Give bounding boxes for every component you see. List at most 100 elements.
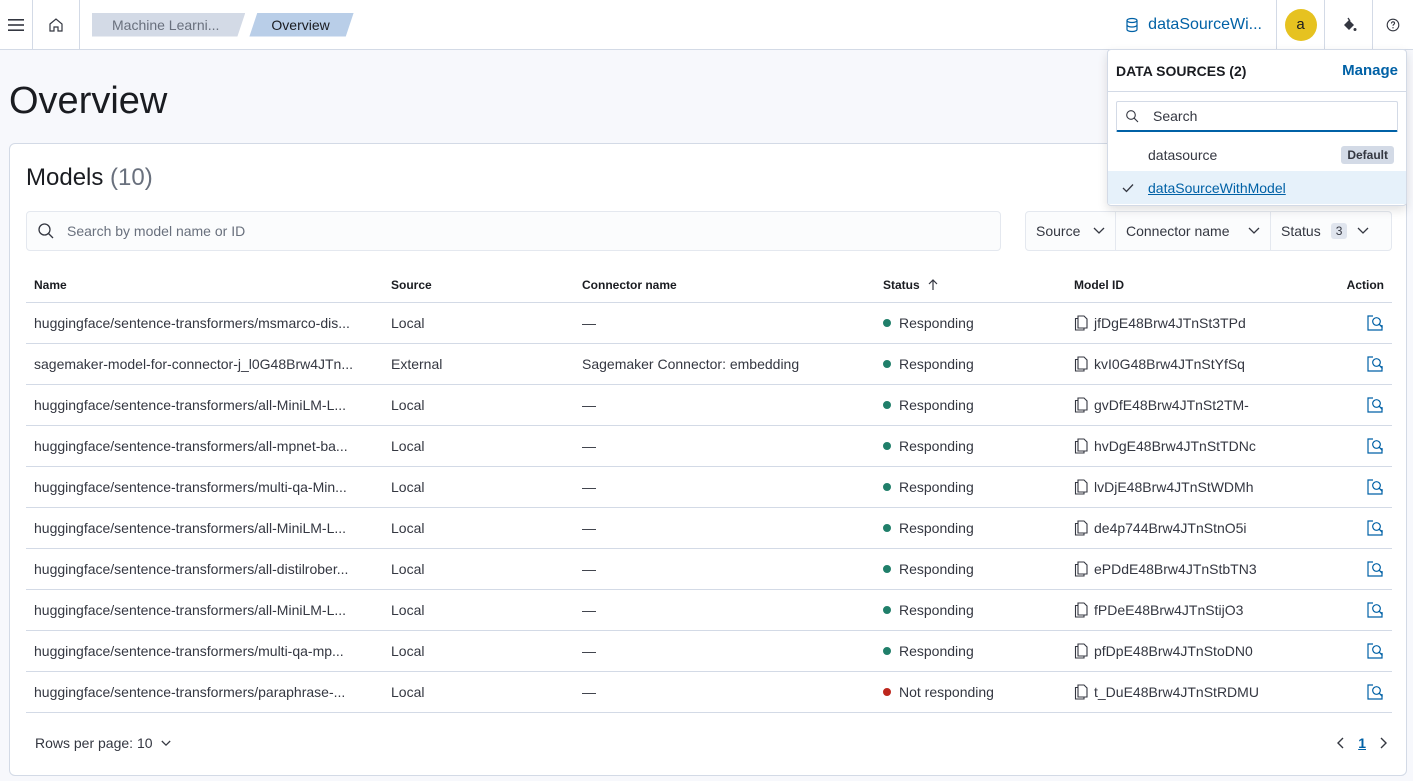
- model-connector: —: [582, 438, 596, 454]
- data-source-picker[interactable]: dataSourceWi...: [1108, 0, 1277, 49]
- copy-icon[interactable]: [1074, 479, 1088, 495]
- copy-icon[interactable]: [1074, 397, 1088, 413]
- chevron-right-icon[interactable]: [1380, 737, 1388, 749]
- model-status-text: Responding: [899, 397, 974, 413]
- model-name: huggingface/sentence-transformers/all-Mi…: [34, 602, 347, 618]
- model-name: huggingface/sentence-transformers/all-di…: [34, 561, 349, 577]
- model-status-text: Responding: [899, 602, 974, 618]
- copy-icon[interactable]: [1074, 315, 1088, 331]
- model-source: Local: [391, 602, 425, 618]
- model-id: lvDjE48Brw4JTnStWDMh: [1066, 479, 1326, 495]
- model-status: Responding: [875, 643, 1066, 659]
- model-id-text: gvDfE48Brw4JTnSt2TM-: [1094, 397, 1249, 413]
- model-name: huggingface/sentence-transformers/multi-…: [34, 479, 347, 495]
- page-number[interactable]: 1: [1358, 735, 1366, 751]
- model-source: Local: [391, 315, 425, 331]
- model-name: huggingface/sentence-transformers/paraph…: [34, 684, 346, 700]
- model-connector: —: [582, 397, 596, 413]
- model-name: huggingface/sentence-transformers/multi-…: [34, 643, 344, 659]
- copy-icon[interactable]: [1074, 356, 1088, 372]
- inspect-icon[interactable]: [1366, 642, 1384, 660]
- model-id-text: kvI0G48Brw4JTnStYfSq: [1094, 356, 1245, 372]
- copy-icon[interactable]: [1074, 520, 1088, 536]
- status-dot: [883, 647, 891, 655]
- data-source-option[interactable]: dataSourceWithModel: [1108, 171, 1406, 204]
- theme-button[interactable]: [1325, 0, 1373, 49]
- action-cell: [1326, 642, 1392, 660]
- model-search-input[interactable]: Search by model name or ID: [26, 211, 1001, 251]
- model-id-text: ePDdE48Brw4JTnStbTN3: [1094, 561, 1257, 577]
- inspect-icon[interactable]: [1366, 519, 1384, 537]
- inspect-icon[interactable]: [1366, 314, 1384, 332]
- model-id: jfDgE48Brw4JTnSt3TPd: [1066, 315, 1326, 331]
- help-button[interactable]: [1373, 0, 1413, 49]
- column-connector[interactable]: Connector name: [574, 278, 875, 292]
- action-cell: [1326, 355, 1392, 373]
- status-filter-label: Status: [1281, 223, 1321, 239]
- status-filter-count: 3: [1330, 223, 1348, 239]
- data-source-search-input[interactable]: Search: [1116, 101, 1398, 132]
- source-filter-label: Source: [1036, 223, 1081, 239]
- model-id-text: t_DuE48Brw4JTnStRDMU: [1094, 684, 1259, 700]
- status-dot: [883, 360, 891, 368]
- model-name: sagemaker-model-for-connector-j_l0G48Brw…: [34, 356, 354, 372]
- breadcrumb-machine-learning[interactable]: Machine Learni...: [92, 13, 245, 37]
- model-connector: —: [582, 684, 596, 700]
- action-cell: [1326, 560, 1392, 578]
- column-name[interactable]: Name: [26, 278, 383, 292]
- column-status[interactable]: Status: [875, 278, 1066, 292]
- copy-icon[interactable]: [1074, 561, 1088, 577]
- check-slot: [1122, 183, 1148, 193]
- inspect-icon[interactable]: [1366, 478, 1384, 496]
- model-id: de4p744Brw4JTnStnO5i: [1066, 520, 1326, 536]
- copy-icon[interactable]: [1074, 684, 1088, 700]
- inspect-icon[interactable]: [1366, 396, 1384, 414]
- status-dot: [883, 442, 891, 450]
- inspect-icon[interactable]: [1366, 437, 1384, 455]
- breadcrumb: Machine Learni... Overview: [92, 13, 354, 37]
- copy-icon[interactable]: [1074, 602, 1088, 618]
- user-menu[interactable]: a: [1277, 0, 1325, 49]
- chevron-left-icon[interactable]: [1336, 737, 1344, 749]
- connector-filter[interactable]: Connector name: [1116, 212, 1271, 250]
- data-source-search-placeholder: Search: [1153, 108, 1198, 124]
- help-icon: [1386, 18, 1400, 31]
- status-filter[interactable]: Status 3: [1271, 212, 1391, 250]
- inspect-icon[interactable]: [1366, 601, 1384, 619]
- status-dot: [883, 483, 891, 491]
- home-button[interactable]: [32, 0, 80, 49]
- paint-bucket-icon: [1343, 17, 1356, 31]
- model-source: Local: [391, 438, 425, 454]
- data-source-option[interactable]: datasource Default: [1108, 138, 1406, 171]
- column-status-label: Status: [883, 278, 920, 292]
- rows-per-page-button[interactable]: Rows per page: 10: [35, 735, 171, 751]
- model-connector: —: [582, 561, 596, 577]
- model-status-text: Responding: [899, 643, 974, 659]
- model-status-text: Responding: [899, 479, 974, 495]
- inspect-icon[interactable]: [1366, 683, 1384, 701]
- manage-link[interactable]: Manage: [1342, 62, 1398, 79]
- source-filter[interactable]: Source: [1026, 212, 1116, 250]
- status-dot: [883, 524, 891, 532]
- model-id-text: de4p744Brw4JTnStnO5i: [1094, 520, 1247, 536]
- model-id-text: lvDjE48Brw4JTnStWDMh: [1094, 479, 1254, 495]
- copy-icon[interactable]: [1074, 438, 1088, 454]
- inspect-icon[interactable]: [1366, 560, 1384, 578]
- search-placeholder: Search by model name or ID: [67, 223, 246, 239]
- model-status-text: Responding: [899, 356, 974, 372]
- search-icon: [1126, 110, 1139, 123]
- data-source-option-label: dataSourceWithModel: [1148, 179, 1286, 196]
- model-name: huggingface/sentence-transformers/all-Mi…: [34, 397, 347, 413]
- model-connector: —: [582, 479, 596, 495]
- model-id: fPDeE48Brw4JTnStijO3: [1066, 602, 1326, 618]
- inspect-icon[interactable]: [1366, 355, 1384, 373]
- model-id: hvDgE48Brw4JTnStTDNc: [1066, 438, 1326, 454]
- copy-icon[interactable]: [1074, 643, 1088, 659]
- data-source-option-label: datasource: [1148, 146, 1218, 163]
- column-source[interactable]: Source: [383, 278, 574, 292]
- model-name: huggingface/sentence-transformers/msmarc…: [34, 315, 350, 331]
- menu-button[interactable]: [0, 0, 32, 49]
- model-status-text: Responding: [899, 315, 974, 331]
- popover-title: DATA SOURCES (2): [1116, 62, 1247, 79]
- action-cell: [1326, 437, 1392, 455]
